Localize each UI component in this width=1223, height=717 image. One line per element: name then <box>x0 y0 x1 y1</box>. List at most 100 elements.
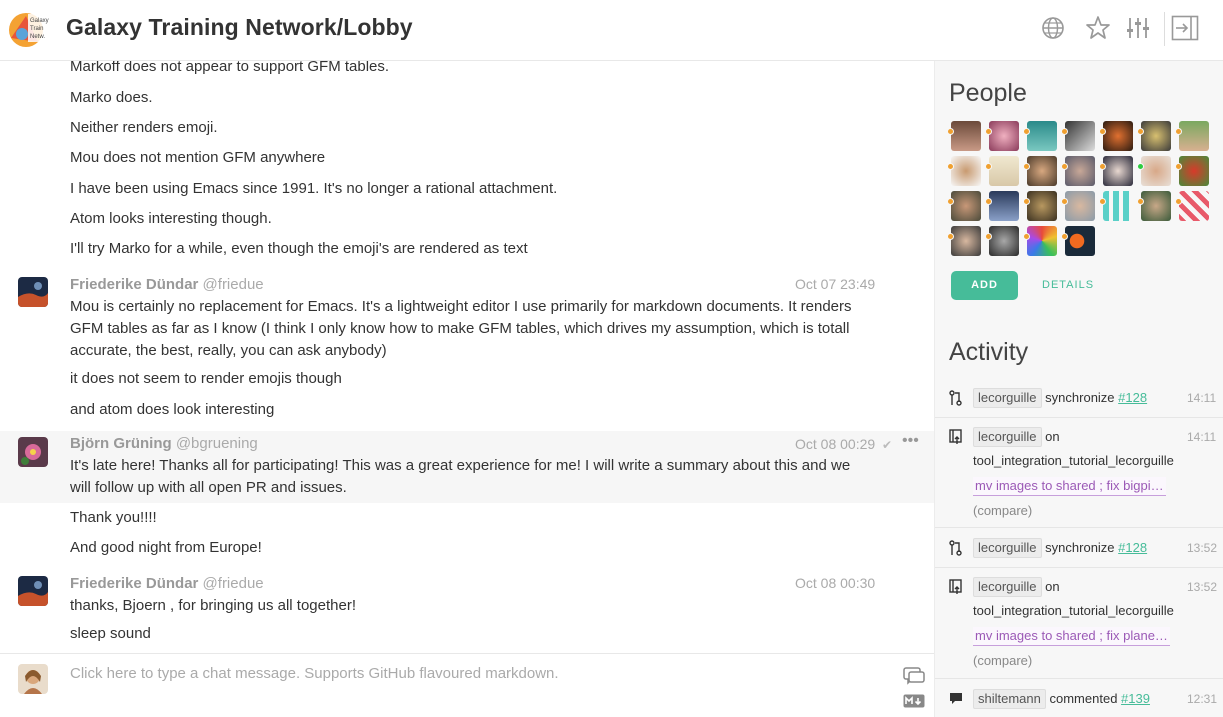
person-avatar[interactable] <box>1179 121 1209 151</box>
activity-line: shiltemann commented #139 <box>973 688 1150 710</box>
author-name[interactable]: Friederike Dündar <box>70 276 198 293</box>
chat-message-line: I'll try Marko for a while, even though … <box>70 240 528 257</box>
activity-user[interactable]: lecorguille <box>973 427 1042 447</box>
activity-ref-link[interactable]: #128 <box>1118 390 1147 405</box>
person-avatar[interactable] <box>951 121 981 151</box>
person-avatar[interactable] <box>951 156 981 186</box>
status-away-dot <box>1061 198 1068 205</box>
activity-time: 14:11 <box>1187 430 1217 444</box>
author-name[interactable]: Friederike Dündar <box>70 575 198 592</box>
activity-line: lecorguille synchronize #128 <box>973 387 1147 409</box>
compare-link[interactable]: (compare) <box>973 653 1032 668</box>
avatar[interactable] <box>18 437 48 467</box>
author-name[interactable]: Björn Grüning <box>70 435 172 452</box>
message-time[interactable]: Oct 08 00:29 <box>795 436 875 452</box>
compare-link[interactable]: (compare) <box>973 503 1032 518</box>
avatar[interactable] <box>18 277 48 307</box>
activity-ref-link[interactable]: #128 <box>1118 540 1147 555</box>
svg-text:Netw.: Netw. <box>30 34 45 40</box>
settings-sliders-icon[interactable] <box>1125 14 1151 42</box>
person-avatar[interactable] <box>1027 191 1057 221</box>
activity-user[interactable]: lecorguille <box>973 577 1042 597</box>
activity-user[interactable]: lecorguille <box>973 538 1042 558</box>
collapse-panel-icon[interactable] <box>1171 14 1199 42</box>
repo-push-icon <box>949 579 962 594</box>
person-avatar[interactable] <box>1027 156 1057 186</box>
activity-divider <box>935 417 1223 418</box>
details-link[interactable]: DETAILS <box>1042 271 1094 300</box>
status-online-dot <box>1137 163 1144 170</box>
add-people-button[interactable]: ADD <box>951 271 1018 300</box>
person-avatar[interactable] <box>1179 191 1209 221</box>
room-logo[interactable]: Galaxy Train Netw. <box>8 8 52 48</box>
current-user-avatar[interactable] <box>18 664 48 694</box>
globe-icon[interactable] <box>1040 14 1066 42</box>
status-away-dot <box>1175 128 1182 135</box>
commit-message-link[interactable]: mv images to shared ; fix bigpi… <box>973 477 1166 496</box>
person-avatar[interactable] <box>1065 121 1095 151</box>
status-away-dot <box>947 163 954 170</box>
activity-time: 14:11 <box>1187 391 1217 405</box>
people-title: People <box>949 79 1027 107</box>
person-avatar[interactable] <box>1141 121 1171 151</box>
right-panel: People ADD DETAILS Activity lecorguille … <box>934 61 1223 717</box>
activity-time: 12:31 <box>1187 692 1218 706</box>
person-avatar[interactable] <box>1027 226 1057 256</box>
status-away-dot <box>1023 233 1030 240</box>
person-avatar[interactable] <box>1103 156 1133 186</box>
activity-user[interactable]: lecorguille <box>973 388 1042 408</box>
activity-line: lecorguille synchronize #128 <box>973 537 1147 559</box>
commit-message-link[interactable]: mv images to shared ; fix plane… <box>973 627 1170 646</box>
status-away-dot <box>947 128 954 135</box>
person-avatar[interactable] <box>989 191 1019 221</box>
person-avatar[interactable] <box>989 226 1019 256</box>
avatar[interactable] <box>18 576 48 606</box>
person-avatar[interactable] <box>989 121 1019 151</box>
chat-message-line: Neither renders emoji. <box>70 119 218 136</box>
activity-action: synchronize <box>1045 390 1115 405</box>
person-avatar[interactable] <box>1103 121 1133 151</box>
chat-message-line: I have been using Emacs since 1991. It's… <box>70 180 558 197</box>
message-time[interactable]: Oct 08 00:30 <box>795 575 875 591</box>
status-away-dot <box>985 163 992 170</box>
status-away-dot <box>1023 198 1030 205</box>
person-avatar[interactable] <box>1065 156 1095 186</box>
chat-messages[interactable]: Markoff does not appear to support GFM t… <box>0 61 934 653</box>
compose-mode-icon[interactable] <box>903 667 925 685</box>
markdown-icon[interactable] <box>903 694 925 708</box>
person-avatar[interactable] <box>951 191 981 221</box>
message-body: It's late here! Thanks all for participa… <box>70 457 851 496</box>
person-avatar[interactable] <box>951 226 981 256</box>
chat-message-line: Marko does. <box>70 89 153 106</box>
activity-divider <box>935 678 1223 679</box>
message-header: Friederike Dündar @friedue <box>70 274 264 296</box>
more-options-icon[interactable]: ••• <box>902 432 919 450</box>
repo-push-icon <box>949 429 962 444</box>
author-handle[interactable]: @friedue <box>203 276 264 293</box>
person-avatar[interactable] <box>1141 191 1171 221</box>
author-handle[interactable]: @friedue <box>203 575 264 592</box>
person-avatar[interactable] <box>1141 156 1171 186</box>
message-time[interactable]: Oct 07 23:49 <box>795 276 875 292</box>
activity-user[interactable]: shiltemann <box>973 689 1046 709</box>
activity-ref-link[interactable]: #139 <box>1121 691 1150 706</box>
activity-title: Activity <box>949 338 1029 366</box>
chat-message-line: Markoff does not appear to support GFM t… <box>70 61 390 75</box>
person-avatar[interactable] <box>1065 191 1095 221</box>
person-avatar[interactable] <box>1179 156 1209 186</box>
activity-action: commented <box>1049 691 1118 706</box>
chat-message-line: Atom looks interesting though. <box>70 210 272 227</box>
activity-repo[interactable]: tool_integration_tutorial_lecorguille <box>973 450 1174 472</box>
author-handle[interactable]: @bgruening <box>176 435 258 452</box>
chat-message-line: sleep sound <box>70 625 151 642</box>
activity-time: 13:52 <box>1187 541 1218 555</box>
star-icon[interactable] <box>1085 14 1111 42</box>
person-avatar[interactable] <box>1103 191 1133 221</box>
status-away-dot <box>1175 163 1182 170</box>
person-avatar[interactable] <box>1065 226 1095 256</box>
chat-input[interactable]: Click here to type a chat message. Suppo… <box>70 665 559 682</box>
person-avatar[interactable] <box>989 156 1019 186</box>
activity-repo[interactable]: tool_integration_tutorial_lecorguille <box>973 600 1174 622</box>
activity-line: lecorguille on <box>973 576 1060 598</box>
person-avatar[interactable] <box>1027 121 1057 151</box>
